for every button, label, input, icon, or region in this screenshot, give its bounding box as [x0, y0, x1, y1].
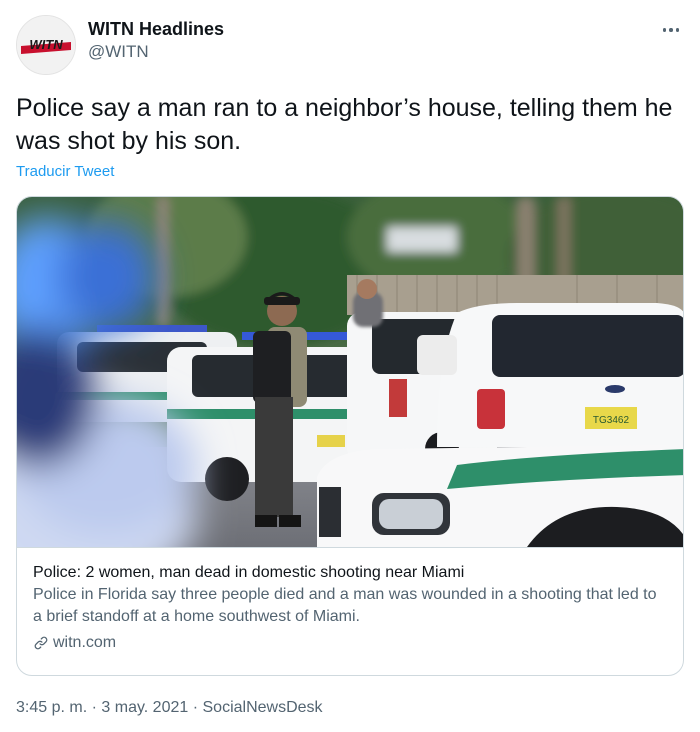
more-horizontal-icon [669, 28, 673, 32]
author-display-name[interactable]: WITN Headlines [88, 18, 224, 40]
more-options-button[interactable] [658, 20, 684, 40]
more-horizontal-icon [662, 28, 667, 32]
meta-separator: · [91, 699, 97, 716]
tweet-container: WITN WITN Headlines @WITN Police say a m… [0, 0, 700, 732]
link-card[interactable]: TG3462 Police: 2 women, man dead in dome… [16, 196, 684, 676]
translate-tweet-link[interactable]: Traducir Tweet [16, 163, 114, 180]
tweet-header: WITN WITN Headlines @WITN [16, 14, 684, 75]
tweet-date[interactable]: 3 may. 2021 [101, 699, 188, 716]
tweet-meta: 3:45 p. m. · 3 may. 2021 · SocialNewsDes… [16, 699, 323, 717]
news-photo: TG3462 [17, 197, 683, 547]
avatar[interactable]: WITN [16, 15, 76, 75]
tweet-source[interactable]: SocialNewsDesk [203, 699, 323, 716]
avatar-logo-text: WITN [29, 37, 63, 52]
author-names: WITN Headlines @WITN [88, 18, 224, 63]
author-handle[interactable]: @WITN [88, 41, 224, 63]
license-plate-text: TG3462 [593, 415, 630, 426]
link-card-domain: witn.com [53, 634, 117, 651]
more-horizontal-icon [675, 28, 680, 32]
tweet-text: Police say a man ran to a neighbor’s hou… [16, 94, 673, 155]
link-icon [34, 636, 48, 650]
meta-separator: · [192, 699, 199, 716]
link-card-body: Police: 2 women, man dead in domestic sh… [17, 547, 683, 675]
link-card-title: Police: 2 women, man dead in domestic sh… [33, 564, 465, 581]
witn-logo: WITN [17, 16, 75, 74]
tweet-time[interactable]: 3:45 p. m. [16, 699, 87, 716]
link-card-description: Police in Florida say three people died … [33, 586, 657, 625]
link-card-domain-row: witn.com [33, 632, 669, 654]
